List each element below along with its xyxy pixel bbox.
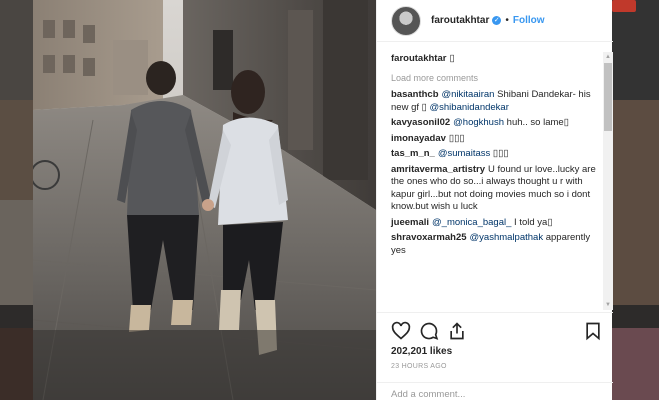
comment-mention[interactable]: @sumaitass <box>438 148 490 159</box>
comment-item: amritaverma_artistry U found ur love..luc… <box>391 164 597 214</box>
comment-text: I told ya▯ <box>511 216 553 228</box>
comment-username[interactable]: kavyasonil02 <box>391 117 450 128</box>
comment-text: huh.. so lame▯ <box>504 117 569 128</box>
comment-mention[interactable]: @yashmalpathak <box>470 232 544 243</box>
comment-item: imonayadav ▯▯▯ <box>391 133 597 146</box>
comment-item: basanthcb @nikitaairan Shibani Dandekar- … <box>391 89 597 114</box>
likes-count[interactable]: 202,201 likes <box>391 346 452 357</box>
action-icon-row <box>391 321 603 343</box>
caption-username[interactable]: faroutakhtar <box>391 53 446 64</box>
comment-username[interactable]: jueemali <box>391 217 429 228</box>
comment-username[interactable]: tas_m_n_ <box>391 148 435 159</box>
comment-username[interactable]: amritaverma_artistry <box>391 164 485 175</box>
background-thumbnail <box>0 200 33 305</box>
background-thumbnail <box>0 0 33 100</box>
corner-badge <box>612 0 636 12</box>
bookmark-icon[interactable] <box>583 321 603 341</box>
load-more-comments-button[interactable]: Load more comments <box>391 73 597 83</box>
comment-item: shravoxarmah25 @yashmalpathak apparently … <box>391 232 597 257</box>
comment-item: kavyasonil02 @hogkhush huh.. so lame▯ <box>391 117 597 130</box>
comments-scrollbar[interactable]: ▲ ▼ <box>603 52 613 310</box>
comment-username[interactable]: imonayadav <box>391 133 446 144</box>
post-timestamp: 23 HOURS AGO <box>391 363 447 370</box>
background-thumbnail <box>612 328 659 400</box>
comment-mention[interactable]: @_monica_bagal_ <box>432 217 511 228</box>
post-header: faroutakhtar ✓ • Follow <box>377 0 613 42</box>
comment-item: tas_m_n_ @sumaitass ▯▯▯ <box>391 148 597 161</box>
background-thumbnail <box>612 0 659 100</box>
heart-icon[interactable] <box>391 321 411 341</box>
comment-mention[interactable]: @shibanidandekar <box>430 102 509 113</box>
comment-text: ▯▯▯ <box>448 132 465 144</box>
background-thumbnail <box>0 100 33 200</box>
post-details-panel: faroutakhtar ✓ • Follow faroutakhtar ▯ Lo… <box>376 0 613 400</box>
verified-badge-icon: ✓ <box>492 16 502 25</box>
caption-text: ▯ <box>449 53 455 64</box>
separator-dot: • <box>505 15 509 26</box>
share-icon[interactable] <box>447 321 467 341</box>
comments-list[interactable]: faroutakhtar ▯ Load more comments basanth… <box>377 52 603 310</box>
post-actions: 202,201 likes 23 HOURS AGO Add a comment… <box>377 312 613 400</box>
post-photo[interactable] <box>33 0 376 400</box>
comment-text: ▯▯▯ <box>490 148 509 159</box>
comment-icon[interactable] <box>419 321 439 341</box>
scroll-thumb[interactable] <box>604 63 612 131</box>
username-link[interactable]: faroutakhtar <box>431 15 489 26</box>
background-thumbnail <box>612 100 659 305</box>
comment-mention[interactable]: @nikitaairan <box>442 89 495 100</box>
background-thumbnail <box>0 328 33 400</box>
comment-username[interactable]: shravoxarmah25 <box>391 232 467 243</box>
comment-item: jueemali @_monica_bagal_ I told ya▯ <box>391 217 597 230</box>
comment-username[interactable]: basanthcb <box>391 89 439 100</box>
avatar[interactable] <box>391 5 421 36</box>
follow-button[interactable]: Follow <box>513 15 545 26</box>
add-comment-input[interactable]: Add a comment... <box>377 382 613 400</box>
post-caption: faroutakhtar ▯ <box>391 52 597 65</box>
scroll-up-arrow-icon[interactable]: ▲ <box>603 52 613 62</box>
comment-mention[interactable]: @hogkhush <box>453 117 504 128</box>
scroll-down-arrow-icon[interactable]: ▼ <box>603 300 613 310</box>
